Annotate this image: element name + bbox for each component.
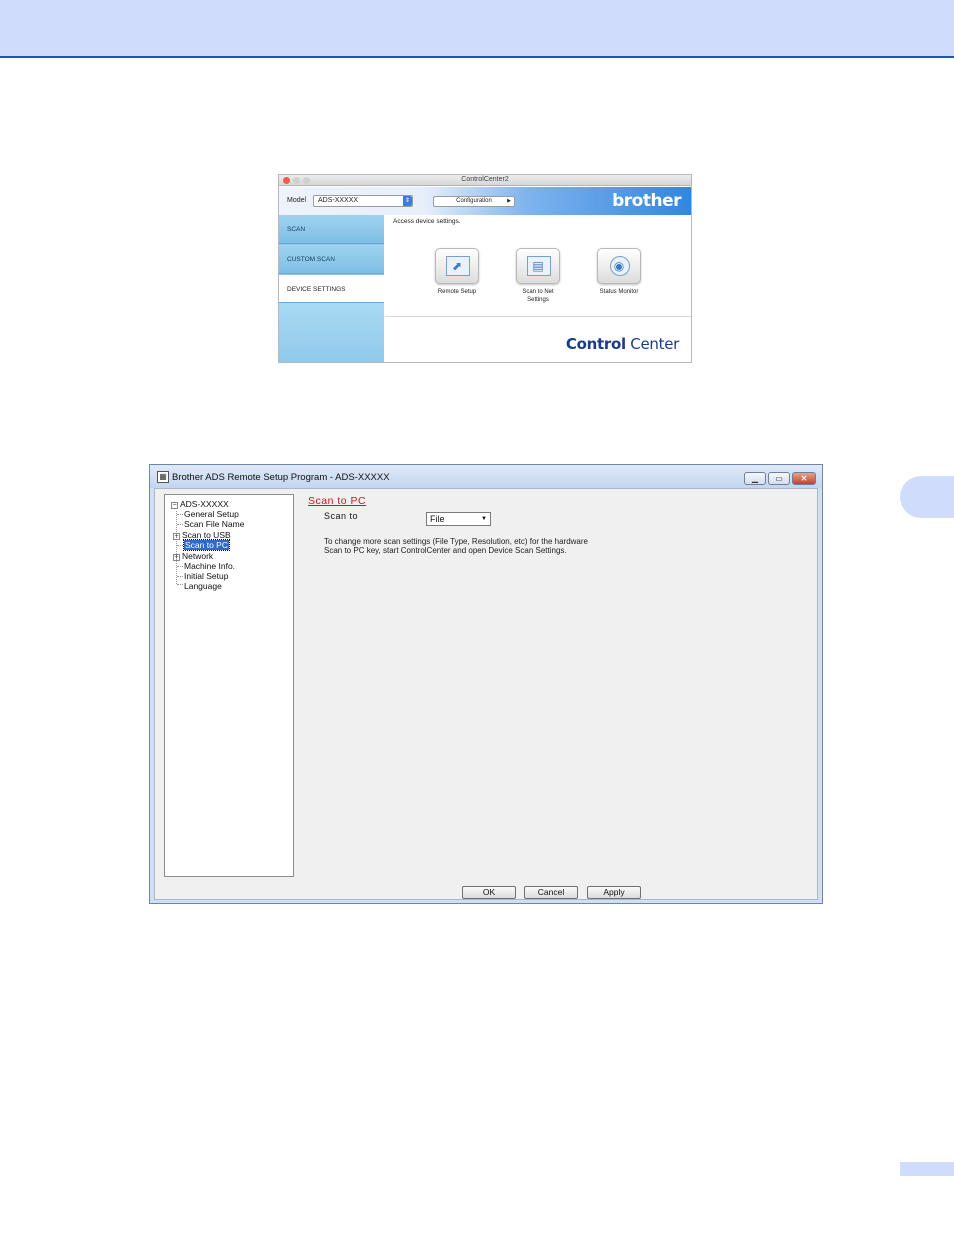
- scan-to-net-settings-button[interactable]: ▤ Scan to Net Settings: [508, 248, 568, 304]
- expand-icon[interactable]: +: [173, 554, 180, 561]
- tree-item-scan-to-usb[interactable]: + Scan to USB: [173, 530, 231, 540]
- controlcenter-header: Model ADS-XXXXX ⇕ Configuration ▶ brothe…: [279, 187, 691, 215]
- chevron-updown-icon: ⇕: [403, 196, 412, 206]
- tree-item-machine-info[interactable]: Machine Info.: [184, 561, 235, 571]
- remote-setup-button[interactable]: ⬈ Remote Setup: [427, 248, 487, 296]
- tree-item-general-setup[interactable]: General Setup: [184, 509, 239, 519]
- expand-icon[interactable]: +: [173, 533, 180, 540]
- configuration-label: Configuration: [456, 198, 492, 204]
- close-button[interactable]: ✕: [792, 472, 816, 485]
- model-value: ADS-XXXXX: [318, 197, 359, 204]
- tree-item-scan-to-pc[interactable]: Scan to PC: [183, 539, 230, 551]
- remote-setup-titlebar: ▦ Brother ADS Remote Setup Program - ADS…: [150, 465, 822, 488]
- scan-to-dropdown[interactable]: File ▼: [426, 512, 491, 526]
- status-monitor-button[interactable]: ◉ Status Monitor: [589, 248, 649, 296]
- divider: [385, 316, 691, 317]
- page-header-band: [0, 0, 954, 58]
- controlcenter-logo: Control Center: [565, 335, 679, 353]
- remote-setup-client: − ADS-XXXXX General Setup Scan File Name …: [154, 488, 818, 900]
- collapse-icon[interactable]: −: [171, 502, 178, 509]
- chapter-tab: [900, 476, 954, 518]
- tree-root[interactable]: − ADS-XXXXX: [171, 499, 229, 509]
- apply-button[interactable]: Apply: [587, 886, 641, 899]
- remote-setup-title: Brother ADS Remote Setup Program - ADS-X…: [172, 472, 390, 483]
- model-label: Model: [287, 197, 307, 204]
- tree-item-scan-file-name[interactable]: Scan File Name: [184, 519, 244, 529]
- tree-item-language[interactable]: Language: [184, 581, 222, 591]
- tab-custom-scan[interactable]: CUSTOM SCAN: [279, 245, 384, 274]
- close-icon: ✕: [800, 474, 808, 483]
- section-title: Scan to PC: [308, 495, 367, 507]
- maximize-icon: ▭: [775, 474, 783, 483]
- minimize-icon: ▁: [751, 474, 759, 483]
- configuration-button[interactable]: Configuration ▶: [433, 196, 515, 207]
- scan-to-net-icon: ▤: [516, 248, 560, 284]
- scan-to-net-label: Scan to Net Settings: [522, 289, 554, 303]
- remote-setup-label: Remote Setup: [437, 289, 477, 295]
- scan-to-label: Scan to: [324, 511, 359, 521]
- scan-to-value: File: [430, 514, 445, 524]
- maximize-button[interactable]: ▭: [768, 472, 790, 485]
- brother-logo: brother: [612, 191, 681, 211]
- tab-device-settings[interactable]: DEVICE SETTINGS: [279, 275, 384, 304]
- controlcenter-titlebar: ControlCenter2: [279, 175, 691, 186]
- status-monitor-icon: ◉: [597, 248, 641, 284]
- chevron-down-icon: ▼: [481, 516, 487, 522]
- controlcenter-window: ControlCenter2 Model ADS-XXXXX ⇕ Configu…: [278, 174, 692, 363]
- printer-app-icon: ▦: [157, 471, 169, 483]
- settings-tree: − ADS-XXXXX General Setup Scan File Name …: [164, 494, 294, 877]
- controlcenter-title: ControlCenter2: [461, 176, 509, 183]
- device-settings-message: Access device settings.: [393, 218, 461, 225]
- sidebar-fill: [279, 302, 384, 362]
- status-monitor-label: Status Monitor: [599, 289, 639, 295]
- tab-scan[interactable]: SCAN: [279, 215, 384, 244]
- minimize-button[interactable]: ▁: [744, 472, 766, 485]
- tree-item-network[interactable]: + Network: [173, 551, 213, 561]
- remote-setup-window: ▦ Brother ADS Remote Setup Program - ADS…: [149, 464, 823, 904]
- remote-setup-icon: ⬈: [435, 248, 479, 284]
- triangle-right-icon: ▶: [507, 198, 511, 204]
- tree-item-initial-setup[interactable]: Initial Setup: [184, 571, 228, 581]
- scan-settings-note: To change more scan settings (File Type,…: [324, 537, 588, 555]
- ok-button[interactable]: OK: [462, 886, 516, 899]
- controlcenter-main: Access device settings. ⬈ Remote Setup ▤…: [385, 215, 691, 362]
- model-select[interactable]: ADS-XXXXX ⇕: [313, 195, 413, 207]
- cancel-button[interactable]: Cancel: [524, 886, 578, 899]
- page-number-tab: [900, 1162, 954, 1176]
